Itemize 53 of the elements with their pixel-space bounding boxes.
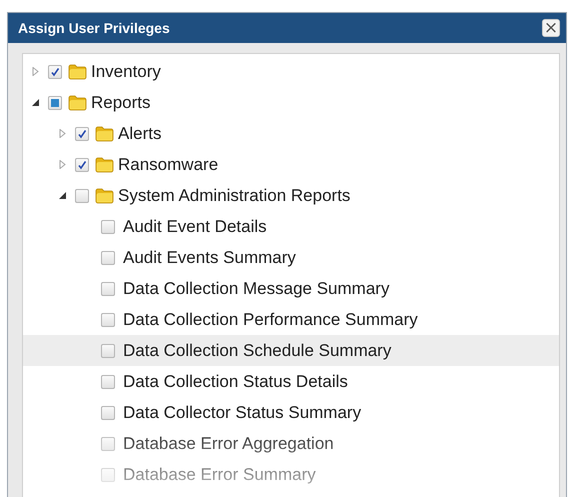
checkbox[interactable] — [75, 158, 89, 172]
tree-label: Audit Event Details — [123, 216, 267, 236]
tree-row[interactable]: Alerts — [23, 118, 559, 149]
checkbox[interactable] — [101, 436, 115, 450]
tree-label: Alerts — [118, 124, 162, 144]
tree-label: Data Collection Schedule Summary — [123, 340, 392, 360]
tree-row[interactable]: Ransomware — [23, 149, 559, 180]
tree-row[interactable]: Inventory — [23, 56, 559, 87]
expand-arrow-icon[interactable] — [31, 67, 40, 76]
folder-icon — [68, 94, 87, 111]
tree-row[interactable]: Audit Events Summary — [23, 242, 559, 273]
tree-row[interactable]: Reports — [23, 87, 559, 118]
checkbox[interactable] — [101, 374, 115, 388]
tree-label: Audit Events Summary — [123, 248, 296, 268]
close-button[interactable]: × — [542, 19, 560, 37]
tree-row[interactable]: Data Collection Status Details — [23, 366, 559, 397]
tree-label: Inventory — [91, 62, 161, 82]
checkbox[interactable] — [101, 312, 115, 326]
tree-row[interactable]: Audit Event Details — [23, 211, 559, 242]
window-title: Assign User Privileges — [18, 20, 170, 36]
collapse-arrow-icon[interactable] — [58, 191, 67, 200]
tree-row[interactable]: Database Error Aggregation — [23, 428, 559, 459]
checkbox[interactable] — [75, 126, 89, 140]
checkbox[interactable] — [48, 64, 62, 78]
checkbox[interactable] — [101, 468, 115, 482]
tree-row[interactable]: Data Collector Status Summary — [23, 397, 559, 428]
tree-label: Data Collection Message Summary — [123, 278, 390, 298]
tree-label: Data Collection Status Details — [123, 372, 348, 392]
tree-label: Database Error Summary — [123, 464, 316, 484]
expand-arrow-icon[interactable] — [58, 160, 67, 169]
checkbox[interactable] — [101, 344, 115, 358]
checkbox[interactable] — [101, 406, 115, 420]
checkbox[interactable] — [101, 220, 115, 234]
tree-label: Data Collection Performance Summary — [123, 310, 418, 330]
folder-icon — [68, 63, 87, 80]
tree-label: Database Error Aggregation — [123, 434, 334, 454]
tree-row[interactable]: Data Collection Performance Summary — [23, 304, 559, 335]
tree-row[interactable]: System Administration Reports — [23, 180, 559, 211]
checkbox[interactable] — [48, 96, 62, 110]
checkbox[interactable] — [75, 188, 89, 202]
tree-row[interactable]: Data Collection Schedule Summary — [23, 335, 559, 366]
checkbox[interactable] — [101, 250, 115, 264]
tree-row[interactable]: Data Collection Message Summary — [23, 273, 559, 304]
tree-label: Reports — [91, 92, 151, 112]
collapse-arrow-icon[interactable] — [31, 98, 40, 107]
tree-label: System Administration Reports — [118, 186, 350, 206]
folder-icon — [95, 156, 114, 173]
folder-icon — [95, 125, 114, 142]
tree-label: Data Collector Status Summary — [123, 402, 362, 422]
folder-icon — [95, 187, 114, 204]
checkbox[interactable] — [101, 282, 115, 296]
expand-arrow-icon[interactable] — [58, 129, 67, 138]
tree-label: Ransomware — [118, 154, 218, 174]
